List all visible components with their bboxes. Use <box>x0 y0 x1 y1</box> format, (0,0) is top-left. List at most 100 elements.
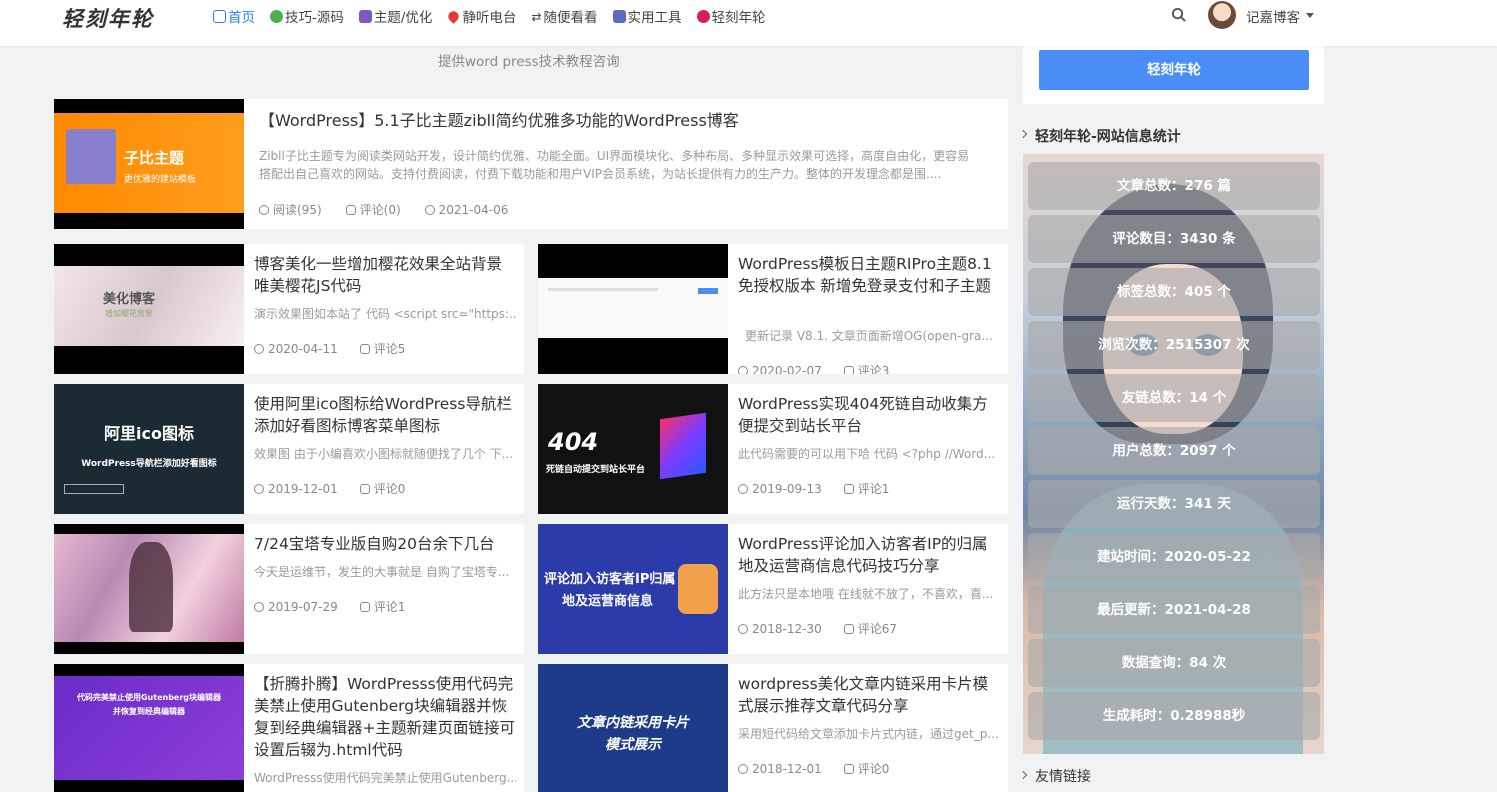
post-meta: 2020-02-07 评论3 <box>738 362 889 374</box>
main-nav: 首页 技巧-源码 主题/优化 静听电台 ⇄ 随便看看 实用工具 轻刻年轮 <box>213 6 781 26</box>
post-meta: 2019-09-13 评论1 <box>738 480 889 497</box>
post-meta: 2018-12-30 评论67 <box>738 620 897 637</box>
comment-icon <box>843 365 854 374</box>
post-meta: 2019-07-29 评论1 <box>254 598 405 615</box>
post-card[interactable]: 美化博客 增加樱花背景 博客美化一些增加樱花效果全站背景唯美樱花JS代码 演示效… <box>54 244 524 374</box>
post-card[interactable]: 阿里ico图标 WordPress导航栏添加好看图标 使用阿里ico图标给Wor… <box>54 384 524 514</box>
friend-links-title: 友情链接 <box>1035 769 1091 785</box>
avatar[interactable] <box>1208 1 1236 29</box>
clock-icon <box>738 483 748 494</box>
chevron-down-icon[interactable] <box>1306 13 1314 18</box>
nav-item-random[interactable]: ⇄ 随便看看 <box>531 6 597 27</box>
post-meta: 2020-04-11 评论5 <box>254 340 405 357</box>
post-meta: 2019-12-01 评论0 <box>254 480 405 497</box>
post-title[interactable]: 使用阿里ico图标给WordPress导航栏添加好看图标博客菜单图标 <box>254 393 516 437</box>
comment-icon <box>345 204 356 215</box>
post-card[interactable]: 代码完美禁止使用Gutenberg块编辑器 并恢复到经典编辑器 【折腾扑腾】Wo… <box>54 664 524 792</box>
post-meta: 阅读(95) 评论(0) 2021-04-06 <box>259 201 508 218</box>
nav-item-radio[interactable]: 静听电台 <box>446 6 516 26</box>
top-navbar: 轻刻年轮 首页 技巧-源码 主题/优化 静听电台 ⇄ 随便看看 实用工具 轻刻年轮… <box>0 0 1497 46</box>
palette-icon <box>358 9 372 23</box>
nav-item-home[interactable]: 首页 <box>213 6 255 26</box>
stat-queries: 数据查询：84 次 <box>1028 639 1320 687</box>
stat-tags: 标签总数：405 个 <box>1028 268 1320 316</box>
post-excerpt: 此方法只是本地哦 在线就不放了，不喜欢，喜... <box>738 587 994 601</box>
nav-item-about[interactable]: 轻刻年轮 <box>696 6 766 26</box>
clock-icon <box>254 483 264 494</box>
post-excerpt: WordPresss使用代码完美禁止使用Gutenberg... <box>254 771 516 785</box>
home-icon <box>213 9 226 23</box>
post-thumbnail[interactable] <box>54 524 244 654</box>
stat-views: 浏览次数：2515307 次 <box>1028 321 1320 369</box>
nav-item-tips[interactable]: 技巧-源码 <box>270 6 344 26</box>
eye-icon <box>259 204 269 215</box>
post-thumbnail[interactable]: 代码完美禁止使用Gutenberg块编辑器 并恢复到经典编辑器 <box>54 664 244 792</box>
post-card[interactable]: 评论加入访客者IP归属 地及运营商信息 WordPress评论加入访客者IP的归… <box>538 524 1008 654</box>
stat-created: 建站时间：2020-05-22 <box>1028 533 1320 581</box>
post-title[interactable]: WordPress模板日主题RIPro主题8.1免授权版本 新增免登录支付和子主… <box>738 253 1000 297</box>
post-thumbnail[interactable]: 404 死链自动提交到站长平台 <box>538 384 728 514</box>
post-title[interactable]: 7/24宝塔专业版自购20台余下几台 <box>254 533 516 555</box>
stat-posts: 文章总数：276 篇 <box>1028 162 1320 210</box>
chevron-right-icon <box>1018 129 1028 139</box>
site-subtitle: 提供word press技术教程咨询 <box>438 54 620 70</box>
clock-icon <box>424 204 435 215</box>
globe-icon <box>270 9 283 23</box>
post-excerpt: 今天是运维节，发生的大事就是 自购了宝塔专... <box>254 565 510 579</box>
post-excerpt: 演示效果图如本站了 代码 <script src="https:... <box>254 307 516 321</box>
post-thumbnail[interactable]: 阿里ico图标 WordPress导航栏添加好看图标 <box>54 384 244 514</box>
comment-icon <box>843 483 854 494</box>
clock-icon <box>254 601 264 612</box>
post-title[interactable]: 博客美化一些增加樱花效果全站背景唯美樱花JS代码 <box>254 253 516 297</box>
stat-days: 运行天数：341 天 <box>1028 480 1320 528</box>
clock-icon <box>738 365 748 374</box>
search-icon[interactable] <box>1171 7 1186 22</box>
post-excerpt: Zibll子比主题专为阅读类网站开发，设计简约优雅、功能全面。UI界面模块化、多… <box>259 149 970 181</box>
clock-icon <box>738 763 748 774</box>
stats-title: 轻刻年轮-网站信息统计 <box>1035 129 1181 145</box>
comment-icon <box>359 483 370 494</box>
comment-icon <box>359 343 370 354</box>
post-thumbnail[interactable]: 评论加入访客者IP归属 地及运营商信息 <box>538 524 728 654</box>
stat-users: 用户总数：2097 个 <box>1028 427 1320 475</box>
comment-icon <box>843 763 854 774</box>
toolbox-icon <box>612 9 626 23</box>
site-stats-panel: 文章总数：276 篇 评论数目：3430 条 标签总数：405 个 浏览次数：2… <box>1023 154 1324 754</box>
stat-updated: 最后更新：2021-04-28 <box>1028 586 1320 634</box>
post-title[interactable]: 【WordPress】5.1子比主题zibll简约优雅多功能的WordPress… <box>259 110 999 132</box>
shuffle-icon: ⇄ <box>531 9 542 24</box>
post-title[interactable]: WordPress实现404死链自动收集方便提交到站长平台 <box>738 393 1000 437</box>
clock-icon <box>738 623 748 634</box>
post-excerpt: 效果图 由于小编喜欢小图标就随便找了几个 下... <box>254 447 514 461</box>
nav-item-tools[interactable]: 实用工具 <box>612 6 682 26</box>
post-card[interactable]: 文章内链采用卡片 模式展示 wordpress美化文章内链采用卡片模式展示推荐文… <box>538 664 1008 792</box>
post-thumbnail[interactable]: 文章内链采用卡片 模式展示 <box>538 664 728 792</box>
comment-icon <box>359 601 370 612</box>
post-thumbnail[interactable] <box>538 244 728 374</box>
post-card[interactable]: 7/24宝塔专业版自购20台余下几台 今天是运维节，发生的大事就是 自购了宝塔专… <box>54 524 524 654</box>
site-logo[interactable]: 轻刻年轮 <box>62 3 154 33</box>
post-title[interactable]: wordpress美化文章内链采用卡片模式展示推荐文章代码分享 <box>738 673 1000 717</box>
post-title[interactable]: WordPress评论加入访客者IP的归属地及运营商信息代码技巧分享 <box>738 533 1000 577</box>
post-thumbnail[interactable]: 美化博客 增加樱花背景 <box>54 244 244 374</box>
post-excerpt: 更新记录 V8.1. 文章页面新增OG(open-gra... <box>745 329 993 343</box>
post-excerpt: 此代码需要的可以用下哈 代码 <?php //Word... <box>738 447 996 461</box>
post-card[interactable]: 404 死链自动提交到站长平台 WordPress实现404死链自动收集方便提交… <box>538 384 1008 514</box>
post-meta: 2018-12-01 评论0 <box>738 760 889 777</box>
heart-icon <box>446 8 462 24</box>
stat-links: 友链总数：14 个 <box>1028 374 1320 422</box>
comment-icon <box>843 623 854 634</box>
user-name[interactable]: 记嘉博客 <box>1246 6 1300 26</box>
featured-post-card[interactable]: 子比主题 更优雅的建站模板 【WordPress】5.1子比主题zibll简约优… <box>54 99 1008 229</box>
post-thumbnail[interactable]: 子比主题 更优雅的建站模板 <box>54 99 244 229</box>
sidebar-main-button[interactable]: 轻刻年轮 <box>1039 50 1309 90</box>
chevron-right-icon <box>1018 770 1028 780</box>
stat-time: 生成耗时：0.28988秒 <box>1028 692 1320 740</box>
post-excerpt: 采用短代码给文章添加卡片式内链，通过get_p... <box>738 727 999 741</box>
stat-comments: 评论数目：3430 条 <box>1028 215 1320 263</box>
post-card[interactable]: WordPress模板日主题RIPro主题8.1免授权版本 新增免登录支付和子主… <box>538 244 1008 374</box>
nav-item-themes[interactable]: 主题/优化 <box>358 6 432 26</box>
rose-icon <box>696 9 710 23</box>
clock-icon <box>254 343 264 354</box>
post-title[interactable]: 【折腾扑腾】WordPresss使用代码完美禁止使用Gutenberg块编辑器并… <box>254 673 516 761</box>
